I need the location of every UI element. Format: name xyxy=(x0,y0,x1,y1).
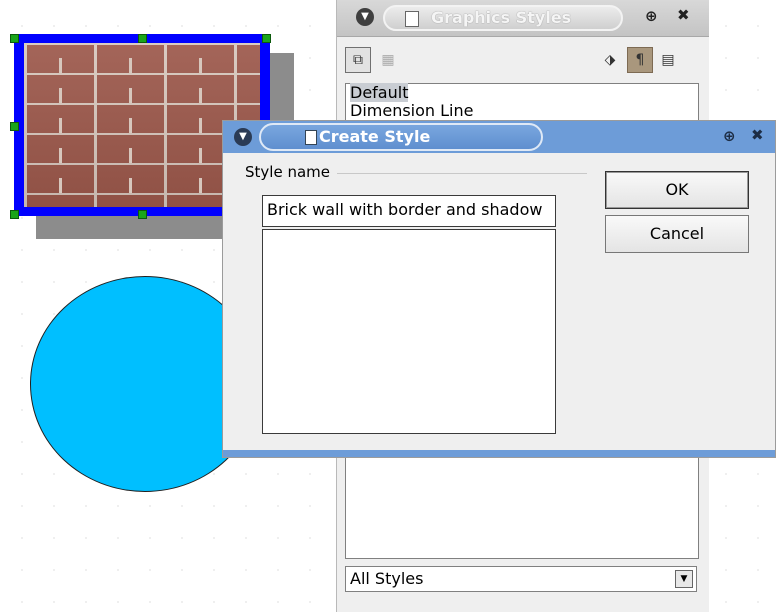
create-style-body: Style name Brick wall with border and sh… xyxy=(223,153,775,451)
maximize-icon[interactable]: ⊕ xyxy=(645,7,658,25)
ok-button[interactable]: OK xyxy=(605,171,749,209)
group-divider xyxy=(337,173,587,174)
graphics-styles-title-pill: Graphics Styles xyxy=(383,5,623,31)
style-name-input[interactable]: Brick wall with border and shadow xyxy=(262,195,556,227)
cancel-button[interactable]: Cancel xyxy=(605,215,749,253)
panel-menu-icon[interactable]: ▼ xyxy=(356,8,374,26)
existing-styles-list[interactable] xyxy=(262,229,556,434)
style-filter-value: All Styles xyxy=(350,569,424,588)
graphics-styles-title: Graphics Styles xyxy=(431,8,572,27)
style-item-label: Default xyxy=(350,83,409,102)
update-style-icon[interactable]: ▤ xyxy=(655,47,681,73)
selection-handle-bottom-left[interactable] xyxy=(10,210,19,219)
maximize-icon[interactable]: ⊕ xyxy=(723,127,736,145)
document-icon xyxy=(305,130,317,145)
close-icon[interactable]: ✖ xyxy=(677,6,690,24)
close-icon[interactable]: ✖ xyxy=(751,126,764,144)
style-filter-select[interactable]: All Styles ▼ xyxy=(345,566,697,592)
fill-format-mode-icon[interactable]: ⬗ xyxy=(597,47,623,73)
style-item-dimension-line[interactable]: Dimension Line xyxy=(346,102,698,120)
selection-handle-top-right[interactable] xyxy=(262,34,271,43)
graphics-styles-titlebar: ▼ Graphics Styles ⊕ ✖ xyxy=(337,0,709,37)
selection-handle-top-center[interactable] xyxy=(138,34,147,43)
create-style-title-pill: Create Style xyxy=(259,123,543,151)
style-item-label: Dimension Line xyxy=(350,101,474,120)
dialog-menu-icon[interactable]: ▼ xyxy=(234,128,252,146)
selection-handle-top-left[interactable] xyxy=(10,34,19,43)
style-name-group-label: Style name xyxy=(245,163,336,181)
selection-handle-bottom-center[interactable] xyxy=(138,210,147,219)
document-icon xyxy=(405,11,419,27)
graphics-styles-icon[interactable]: ⧉ xyxy=(345,47,371,73)
style-item-default[interactable]: Default xyxy=(346,83,698,102)
create-style-dialog: ▼ Create Style ⊕ ✖ Style name Brick wall… xyxy=(222,120,776,458)
create-style-titlebar: ▼ Create Style ⊕ ✖ xyxy=(223,121,775,153)
presentation-styles-icon[interactable]: ▦ xyxy=(375,47,401,73)
new-style-from-selection-icon[interactable]: ¶ xyxy=(627,47,653,73)
dropdown-arrow-icon[interactable]: ▼ xyxy=(675,570,693,588)
styles-toolbar: ⧉ ▦ ⬗ ¶ ▤ xyxy=(337,37,709,79)
dialog-bottom-edge xyxy=(223,450,775,457)
create-style-title: Create Style xyxy=(319,127,431,146)
selection-handle-middle-left[interactable] xyxy=(10,122,19,131)
